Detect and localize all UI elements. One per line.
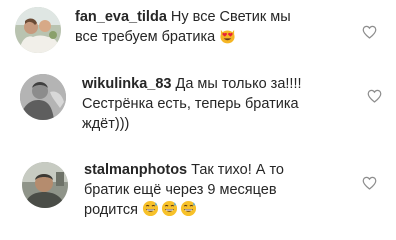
grinning-sweat-emoji [180, 200, 197, 217]
comment-body-line: братик ещё через 9 месяцев [84, 182, 277, 198]
avatar-photo [22, 162, 68, 208]
grinning-sweat-emoji [142, 200, 159, 217]
comment-item: fan_eva_tilda Ну все Светик мы все требу… [0, 0, 396, 64]
comment-line: fan_eva_tilda Ну все Светик мы [75, 7, 291, 27]
comment-body-line: Да мы только за!!!! [175, 76, 302, 92]
comment-line: родится [84, 200, 284, 220]
comment-text: wikulinka_83 Да мы только за!!!! Сестрён… [82, 74, 302, 134]
user-avatar[interactable] [15, 7, 61, 53]
heart-outline-icon[interactable] [367, 89, 382, 103]
comment-body-line: Ну все Светик мы [170, 9, 291, 25]
avatar-photo [15, 7, 61, 53]
comment-text: fan_eva_tilda Ну все Светик мы все требу… [75, 7, 291, 47]
comment-body-line: Так тихо! А то [191, 162, 284, 178]
comment-line: все требуем братика [75, 27, 291, 47]
comment-body-line: все требуем братика [75, 29, 216, 45]
comment-text: stalmanphotos Так тихо! А то братик ещё … [84, 160, 284, 220]
comment-item: stalmanphotos Так тихо! А то братик ещё … [0, 146, 396, 240]
user-avatar[interactable] [22, 162, 68, 208]
comment-item: wikulinka_83 Да мы только за!!!! Сестрён… [0, 64, 396, 146]
heart-outline-icon[interactable] [362, 176, 377, 190]
comment-body-line: родится [84, 202, 138, 218]
grinning-sweat-emoji [161, 200, 178, 217]
comment-username[interactable]: stalmanphotos [84, 162, 187, 178]
comment-body-line: ждёт))) [82, 116, 130, 132]
comment-username[interactable]: wikulinka_83 [82, 76, 171, 92]
comment-line: stalmanphotos Так тихо! А то [84, 160, 284, 180]
comment-body-line: Сестрёнка есть, теперь братика [82, 96, 299, 112]
avatar-photo [20, 74, 66, 120]
smiling-cat-heart-eyes-emoji [219, 27, 236, 44]
comment-line: wikulinka_83 Да мы только за!!!! [82, 74, 302, 94]
comment-username[interactable]: fan_eva_tilda [75, 9, 167, 25]
user-avatar[interactable] [20, 74, 66, 120]
heart-outline-icon[interactable] [362, 25, 377, 39]
